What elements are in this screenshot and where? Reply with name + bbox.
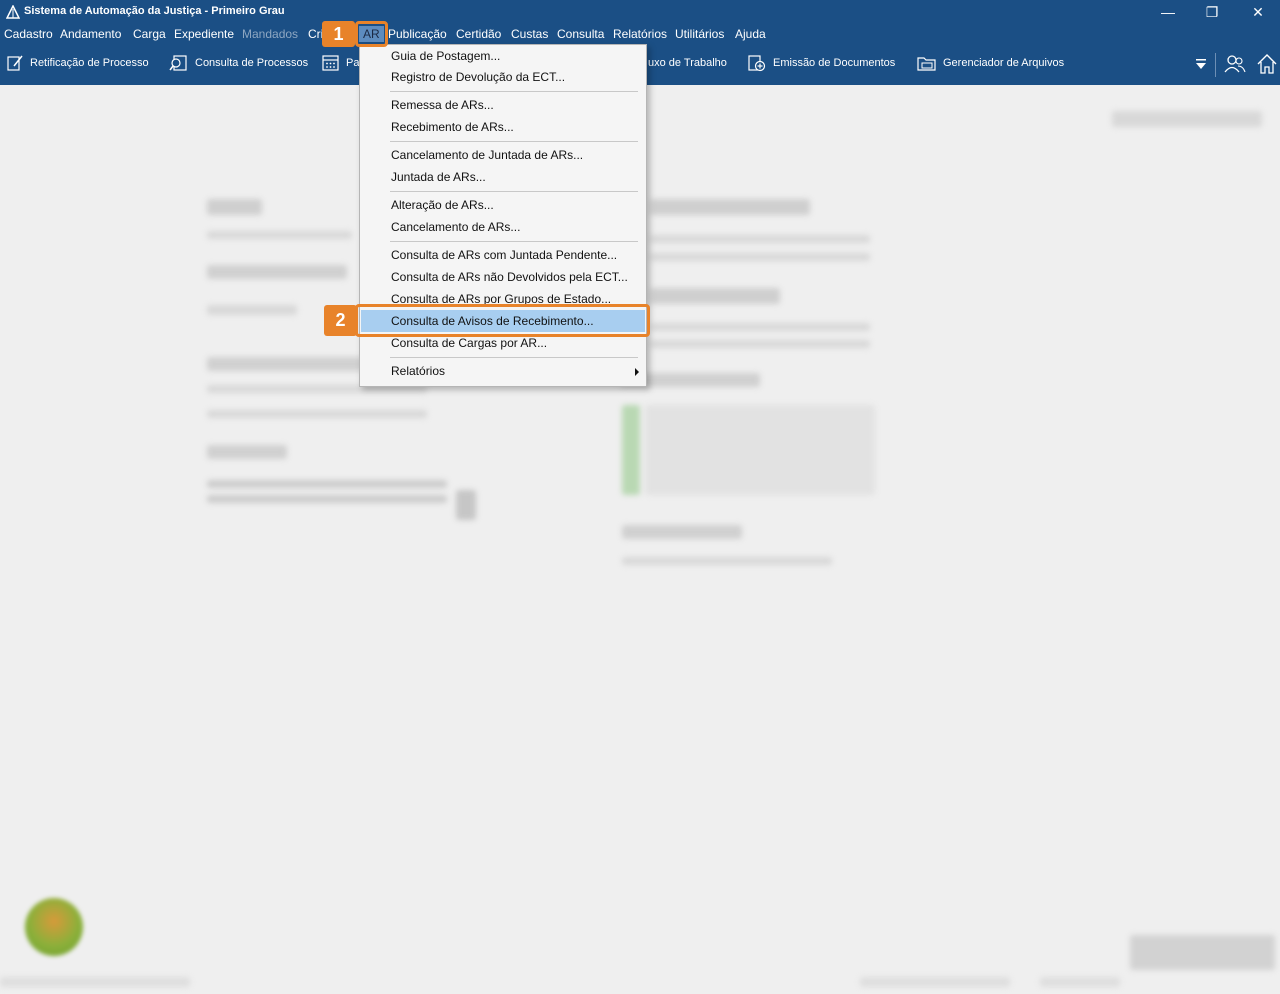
menu-mandados: Mandados (242, 27, 299, 41)
blurred-panel-title (650, 288, 780, 304)
menu-bar: Cadastro Andamento Carga Expediente Mand… (0, 24, 1280, 44)
home-icon[interactable] (1256, 53, 1278, 75)
retificacao-processo-label: Retificação de Processo (30, 57, 149, 69)
menu-item-relatorios-submenu[interactable]: Relatórios (361, 360, 645, 382)
blurred-text (207, 265, 347, 279)
blurred-text (650, 235, 870, 243)
app-logo-icon (6, 5, 20, 19)
blurred-panel-title (207, 199, 262, 215)
blurred-text (207, 495, 447, 503)
blurred-status-text (0, 977, 190, 987)
fluxo-trabalho-label: uxo de Trabalho (648, 57, 727, 69)
menu-cadastro[interactable]: Cadastro (4, 26, 53, 42)
calendar-icon (322, 55, 339, 71)
add-document-icon (748, 55, 766, 72)
callout-highlight-ar-menu (355, 21, 388, 47)
menu-utilitarios[interactable]: Utilitários (675, 26, 724, 42)
menu-item-guia-postagem[interactable]: Guia de Postagem... (361, 45, 645, 67)
blurred-status-text (860, 977, 1010, 987)
emissao-documentos-button[interactable]: Emissão de Documentos (747, 52, 895, 74)
menu-item-recebimento-ars[interactable]: Recebimento de ARs... (361, 116, 645, 138)
menu-item-alteracao-ars[interactable]: Alteração de ARs... (361, 194, 645, 216)
menu-item-remessa-ars[interactable]: Remessa de ARs... (361, 94, 645, 116)
menu-carga[interactable]: Carga (133, 26, 166, 42)
menu-relatorios[interactable]: Relatórios (613, 26, 667, 42)
blurred-chart-bar (622, 405, 640, 495)
court-logo (25, 898, 83, 956)
close-button[interactable]: ✕ (1235, 0, 1280, 24)
blurred-text (456, 490, 476, 520)
menu-ajuda[interactable]: Ajuda (735, 26, 766, 42)
edit-document-icon (7, 55, 23, 71)
callout-highlight-consulta-avisos (355, 304, 650, 337)
callout-step-1-badge: 1 (322, 21, 355, 47)
blurred-panel-title (622, 525, 742, 539)
search-document-icon (169, 55, 187, 71)
blurred-text (207, 410, 427, 418)
consulta-processos-label: Consulta de Processos (195, 57, 309, 69)
toolbar-divider (1215, 53, 1216, 77)
menu-item-consulta-juntada-pendente[interactable]: Consulta de ARs com Juntada Pendente... (361, 244, 645, 266)
blurred-status-text (1040, 977, 1120, 987)
callout-step-2-badge: 2 (324, 305, 357, 336)
blurred-text (207, 231, 352, 239)
submenu-arrow-icon (635, 368, 639, 376)
menu-custas[interactable]: Custas (511, 26, 548, 42)
blurred-footer-logo (1130, 935, 1275, 970)
blurred-header-widget (1112, 111, 1262, 127)
restore-button[interactable]: ❐ (1189, 0, 1235, 24)
menu-item-juntada-ars[interactable]: Juntada de ARs... (361, 166, 645, 188)
blurred-text (645, 405, 875, 495)
gerenciador-arquivos-button[interactable]: Gerenciador de Arquivos (917, 52, 1064, 74)
title-bar: Sistema de Automação da Justiça - Primei… (0, 0, 1280, 24)
blurred-panel-title (650, 199, 810, 215)
menu-expediente[interactable]: Expediente (174, 26, 234, 42)
blurred-text (650, 323, 870, 331)
blurred-text (650, 253, 870, 261)
menu-item-relatorios-label: Relatórios (391, 364, 446, 378)
blurred-text (622, 557, 832, 565)
blurred-panel-title (207, 445, 287, 459)
folder-icon (917, 57, 936, 71)
blurred-text (207, 305, 297, 315)
menu-item-consulta-nao-devolvidos[interactable]: Consulta de ARs não Devolvidos pela ECT.… (361, 266, 645, 288)
pauta-label: Pa (346, 57, 360, 69)
menu-certidao[interactable]: Certidão (456, 26, 501, 42)
menu-consulta[interactable]: Consulta (557, 26, 604, 42)
fluxo-trabalho-button[interactable]: uxo de Trabalho (648, 52, 727, 74)
retificacao-processo-button[interactable]: Retificação de Processo (6, 52, 149, 74)
blurred-text (650, 340, 870, 348)
minimize-button[interactable]: — (1145, 0, 1191, 24)
menu-item-registro-devolucao[interactable]: Registro de Devolução da ECT... (361, 66, 645, 88)
menu-item-cancelamento-ars[interactable]: Cancelamento de ARs... (361, 216, 645, 238)
blurred-text (207, 480, 447, 488)
consulta-processos-button[interactable]: Consulta de Processos (169, 52, 308, 74)
menu-separator (390, 357, 638, 358)
menu-separator (390, 241, 638, 242)
menu-andamento[interactable]: Andamento (60, 26, 121, 42)
pauta-button[interactable]: Pa (322, 52, 359, 74)
menu-separator (390, 191, 638, 192)
menu-separator (390, 91, 638, 92)
emissao-documentos-label: Emissão de Documentos (773, 57, 896, 69)
menu-item-cancelamento-juntada[interactable]: Cancelamento de Juntada de ARs... (361, 144, 645, 166)
toolbar-overflow-icon[interactable] (1195, 57, 1207, 71)
menu-publicacao[interactable]: Publicação (388, 26, 447, 42)
menu-separator (390, 141, 638, 142)
users-icon[interactable] (1224, 53, 1246, 75)
gerenciador-arquivos-label: Gerenciador de Arquivos (943, 57, 1065, 69)
window-title: Sistema de Automação da Justiça - Primei… (24, 5, 285, 17)
